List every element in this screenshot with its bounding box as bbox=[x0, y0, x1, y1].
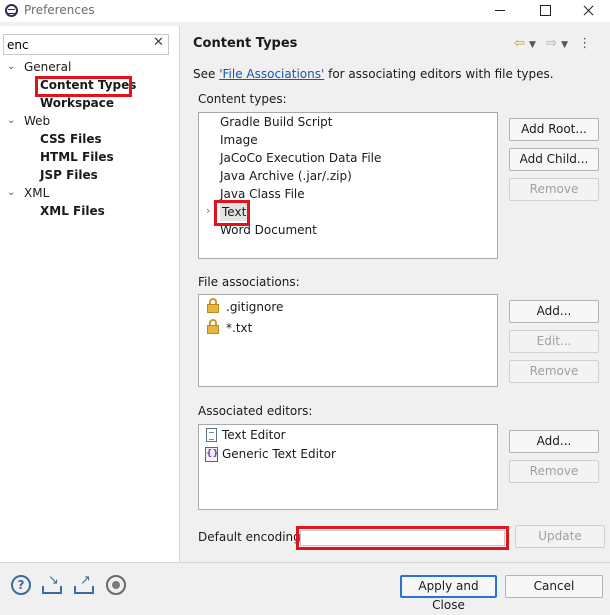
list-item[interactable]: Text Editor bbox=[222, 426, 286, 444]
highlight-box bbox=[296, 526, 509, 550]
chevron-down-icon[interactable]: ▼ bbox=[529, 40, 536, 50]
description-text: See bbox=[193, 67, 220, 81]
record-icon[interactable] bbox=[106, 575, 126, 595]
menu-icon[interactable]: ⋮ bbox=[578, 36, 591, 51]
chevron-right-icon[interactable]: › bbox=[206, 204, 210, 217]
preferences-tree-pane: ✕ ⌄ General Content Types Workspace ⌄ We… bbox=[0, 26, 179, 562]
highlight-box bbox=[214, 200, 250, 226]
lock-icon bbox=[207, 319, 219, 334]
file-associations-list[interactable]: .gitignore *.txt bbox=[198, 294, 498, 387]
document-icon bbox=[206, 428, 217, 442]
tree-label: CSS Files bbox=[40, 132, 102, 146]
tree-label: HTML Files bbox=[40, 150, 114, 164]
list-item[interactable]: Gradle Build Script bbox=[220, 113, 332, 131]
add-file-association-button[interactable]: Add... bbox=[509, 300, 599, 323]
tree-item-xml[interactable]: ⌄ XML bbox=[0, 184, 49, 202]
list-item[interactable]: Java Archive (.jar/.zip) bbox=[220, 167, 352, 185]
file-associations-link[interactable]: 'File Associations' bbox=[219, 67, 324, 81]
arrow-right-icon[interactable]: ⇨ bbox=[546, 36, 557, 51]
tree-item-general[interactable]: ⌄ General bbox=[0, 58, 71, 76]
tree-label: XML bbox=[24, 186, 50, 200]
default-encoding-label: Default encoding: bbox=[198, 530, 305, 544]
help-icon[interactable]: ? bbox=[11, 575, 31, 595]
close-button[interactable] bbox=[566, 0, 610, 22]
tree-item-css-files[interactable]: CSS Files bbox=[40, 130, 102, 148]
list-item[interactable]: Image bbox=[220, 131, 258, 149]
description-text: for associating editors with file types. bbox=[324, 67, 554, 81]
lock-icon bbox=[207, 298, 219, 313]
arrow-left-icon[interactable]: ⇦ bbox=[514, 36, 525, 51]
filter-input[interactable] bbox=[3, 34, 169, 55]
tree-label: XML Files bbox=[40, 204, 105, 218]
tree-label: Web bbox=[24, 114, 51, 128]
eclipse-icon bbox=[5, 4, 18, 17]
content-types-label: Content types: bbox=[198, 92, 287, 106]
chevron-down-icon[interactable]: ▼ bbox=[561, 40, 568, 50]
minimize-button[interactable] bbox=[478, 0, 522, 22]
chevron-down-icon[interactable]: ⌄ bbox=[7, 112, 19, 130]
apply-and-close-button[interactable]: Apply and Close bbox=[400, 575, 497, 612]
clear-filter-icon[interactable]: ✕ bbox=[153, 35, 164, 50]
chevron-down-icon[interactable]: ⌄ bbox=[7, 58, 19, 76]
add-child-button[interactable]: Add Child... bbox=[509, 148, 599, 171]
tree-item-web[interactable]: ⌄ Web bbox=[0, 112, 50, 130]
remove-editor-button[interactable]: Remove bbox=[509, 460, 599, 483]
page-description: See 'File Associations' for associating … bbox=[193, 67, 554, 81]
cancel-button[interactable]: Cancel bbox=[505, 575, 603, 598]
footer-divider bbox=[0, 562, 610, 563]
page-title: Content Types bbox=[193, 36, 298, 51]
tree-item-workspace[interactable]: Workspace bbox=[40, 94, 114, 112]
tree-item-html-files[interactable]: HTML Files bbox=[40, 148, 114, 166]
export-icon[interactable]: ↗ bbox=[74, 574, 94, 595]
content-types-tree[interactable]: Gradle Build Script Image JaCoCo Executi… bbox=[198, 112, 498, 259]
tree-item-xml-files[interactable]: XML Files bbox=[40, 202, 105, 220]
list-item[interactable]: JaCoCo Execution Data File bbox=[220, 149, 381, 167]
associated-editors-list[interactable]: Text Editor {} Generic Text Editor bbox=[198, 424, 498, 510]
list-item[interactable]: .gitignore bbox=[226, 298, 283, 316]
update-encoding-button[interactable]: Update bbox=[515, 525, 605, 548]
maximize-button[interactable] bbox=[522, 0, 566, 22]
add-editor-button[interactable]: Add... bbox=[509, 430, 599, 453]
file-associations-label: File associations: bbox=[198, 275, 300, 289]
generic-editor-icon: {} bbox=[205, 447, 219, 462]
pane-divider[interactable] bbox=[179, 26, 180, 562]
list-item[interactable]: *.txt bbox=[226, 319, 252, 337]
tree-label: JSP Files bbox=[40, 168, 98, 182]
tree-label: Workspace bbox=[40, 96, 115, 110]
remove-content-type-button[interactable]: Remove bbox=[509, 178, 599, 201]
navigation-toolbar: ⇦ ▼ ⇨ ▼ ⋮ bbox=[514, 36, 591, 51]
list-item[interactable]: Generic Text Editor bbox=[222, 445, 336, 463]
tree-label: General bbox=[24, 60, 72, 74]
edit-file-association-button[interactable]: Edit... bbox=[509, 330, 599, 353]
title-bar: Preferences bbox=[0, 0, 610, 22]
remove-file-association-button[interactable]: Remove bbox=[509, 360, 599, 383]
chevron-down-icon[interactable]: ⌄ bbox=[7, 184, 19, 202]
window-title: Preferences bbox=[24, 3, 95, 17]
tree-item-jsp-files[interactable]: JSP Files bbox=[40, 166, 98, 184]
import-icon[interactable]: ↘ bbox=[42, 574, 62, 595]
associated-editors-label: Associated editors: bbox=[198, 404, 313, 418]
add-root-button[interactable]: Add Root... bbox=[509, 118, 599, 141]
